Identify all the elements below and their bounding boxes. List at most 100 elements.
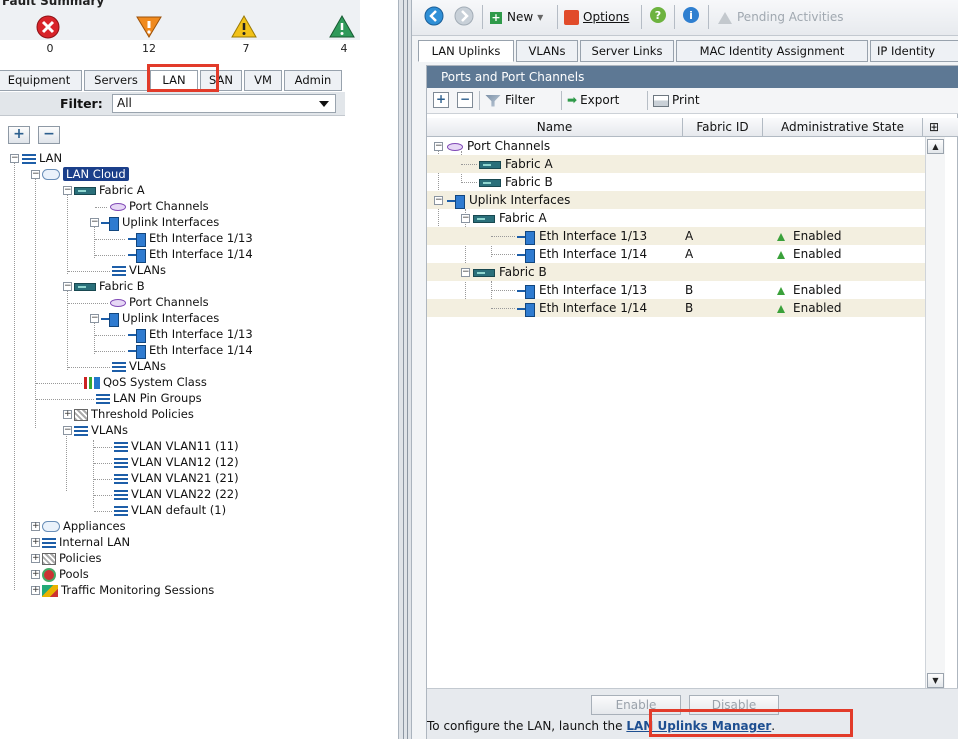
expand-toggle[interactable]: + <box>31 570 40 579</box>
warning-triangle-icon[interactable] <box>328 14 356 40</box>
expand-toggle[interactable]: + <box>31 586 40 595</box>
tree-item-vlan-12[interactable]: VLAN VLAN12 (12) <box>114 455 239 470</box>
tree-item-eth-b-1-14[interactable]: Eth Interface 1/14 <box>128 343 253 359</box>
tab-servers[interactable]: Servers <box>84 70 148 91</box>
collapse-toggle[interactable]: − <box>31 170 40 179</box>
table-row[interactable]: Eth Interface 1/13 A Enabled <box>427 227 925 245</box>
tab-ip-identity[interactable]: IP Identity <box>870 40 958 62</box>
collapse-toggle[interactable]: − <box>461 268 470 277</box>
new-button[interactable]: + New ▾ <box>490 6 543 28</box>
expand-toggle[interactable]: + <box>31 522 40 531</box>
column-name[interactable]: Name <box>427 118 683 137</box>
tree-item-lan-cloud[interactable]: LAN Cloud <box>42 167 129 182</box>
tab-server-links[interactable]: Server Links <box>580 40 674 62</box>
tree-item-eth-b-1-13[interactable]: Eth Interface 1/13 <box>128 327 253 343</box>
expand-toggle[interactable]: + <box>63 410 72 419</box>
uplink-port-icon <box>101 312 119 327</box>
tree-item-qos-system-class[interactable]: QoS System Class <box>84 375 207 390</box>
tree-item-vlan-21[interactable]: VLAN VLAN21 (21) <box>114 471 239 486</box>
expand-toggle[interactable]: + <box>31 554 40 563</box>
minor-warning-triangle-icon[interactable] <box>230 14 258 40</box>
tab-vm[interactable]: VM <box>244 70 282 91</box>
expand-all-button[interactable]: + <box>8 126 30 144</box>
pane-splitter[interactable] <box>398 0 412 739</box>
table-row[interactable]: Eth Interface 1/14 B Enabled <box>427 299 925 317</box>
critical-x-icon[interactable] <box>34 14 62 40</box>
pending-activities-button[interactable]: Pending Activities <box>718 6 844 28</box>
column-chooser-icon[interactable]: ⊞ <box>923 118 945 137</box>
print-button[interactable]: Print <box>653 92 700 109</box>
collapse-toggle[interactable]: − <box>434 142 443 151</box>
table-row[interactable]: Fabric B <box>427 173 925 191</box>
tree-item-lan-pin-groups[interactable]: LAN Pin Groups <box>96 391 202 406</box>
scroll-down-icon[interactable]: ▼ <box>927 673 944 688</box>
export-button[interactable]: ➡ Export <box>567 92 619 109</box>
tab-san[interactable]: SAN <box>200 70 242 91</box>
tree-item-uplink-interfaces-a[interactable]: Uplink Interfaces <box>101 215 219 231</box>
tab-equipment[interactable]: Equipment <box>0 70 82 91</box>
tree-item-traffic-monitoring[interactable]: Traffic Monitoring Sessions <box>42 583 214 598</box>
tree-item-appliances[interactable]: Appliances <box>42 519 126 534</box>
uplink-port-icon <box>101 216 119 231</box>
tree-item-fabric-b[interactable]: Fabric B <box>74 279 145 294</box>
filter-button[interactable]: Filter <box>485 92 535 109</box>
enable-button[interactable]: Enable <box>591 695 681 715</box>
collapse-toggle[interactable]: − <box>90 314 99 323</box>
options-button[interactable]: Options <box>564 6 629 28</box>
vertical-scrollbar[interactable]: ▲ ▼ <box>925 137 945 692</box>
tab-lan[interactable]: LAN <box>150 70 198 91</box>
tree-item-port-channels-b[interactable]: Port Channels <box>110 295 209 310</box>
column-admin-state[interactable]: Administrative State <box>763 118 923 137</box>
tree-item-vlan-default[interactable]: VLAN default (1) <box>114 503 226 518</box>
table-row[interactable]: − Port Channels <box>427 137 925 155</box>
tree-item-threshold-policies[interactable]: Threshold Policies <box>74 407 194 422</box>
filter-dropdown[interactable]: All <box>112 94 336 113</box>
scroll-up-icon[interactable]: ▲ <box>927 139 944 154</box>
tree-item-fabric-a[interactable]: Fabric A <box>74 183 145 198</box>
tab-vlans[interactable]: VLANs <box>516 40 578 62</box>
tree-item-eth-a-1-14[interactable]: Eth Interface 1/14 <box>128 247 253 263</box>
collapse-toggle[interactable]: − <box>10 154 19 163</box>
tab-mac-identity[interactable]: MAC Identity Assignment <box>676 40 868 62</box>
uplink-port-icon <box>517 284 535 299</box>
tree-item-eth-a-1-13[interactable]: Eth Interface 1/13 <box>128 231 253 247</box>
help-button[interactable]: ? <box>649 6 667 28</box>
collapse-toggle[interactable]: − <box>63 426 72 435</box>
lan-uplinks-manager-link[interactable]: LAN Uplinks Manager <box>626 719 771 733</box>
info-button[interactable]: i <box>682 6 700 28</box>
tab-admin[interactable]: Admin <box>284 70 342 91</box>
tree-item-lan[interactable]: LAN <box>22 151 62 166</box>
collapse-toggle[interactable]: − <box>63 282 72 291</box>
table-row[interactable]: Eth Interface 1/14 A Enabled <box>427 245 925 263</box>
column-fabric-id[interactable]: Fabric ID <box>683 118 763 137</box>
tree-item-vlans[interactable]: VLANs <box>74 423 128 438</box>
uplink-port-icon <box>517 302 535 317</box>
tree-item-pools[interactable]: Pools <box>42 567 89 582</box>
major-down-triangle-icon[interactable] <box>135 14 163 40</box>
expand-toggle[interactable]: + <box>31 538 40 547</box>
tree-item-uplink-interfaces-b[interactable]: Uplink Interfaces <box>101 311 219 327</box>
tree-item-port-channels-a[interactable]: Port Channels <box>110 199 209 214</box>
collapse-all-button[interactable]: − <box>457 92 473 108</box>
expand-all-button[interactable]: + <box>433 92 449 108</box>
tree-item-vlans-a[interactable]: VLANs <box>112 263 166 278</box>
table-row[interactable]: − Fabric A <box>427 209 925 227</box>
tree-item-vlans-b[interactable]: VLANs <box>112 359 166 374</box>
collapse-toggle[interactable]: − <box>63 186 72 195</box>
table-row[interactable]: Eth Interface 1/13 B Enabled <box>427 281 925 299</box>
table-row[interactable]: Fabric A <box>427 155 925 173</box>
tab-lan-uplinks[interactable]: LAN Uplinks <box>418 40 514 62</box>
collapse-toggle[interactable]: − <box>461 214 470 223</box>
tree-item-internal-lan[interactable]: Internal LAN <box>42 535 130 550</box>
collapse-toggle[interactable]: − <box>434 196 443 205</box>
table-row[interactable]: − Fabric B <box>427 263 925 281</box>
table-row[interactable]: − Uplink Interfaces <box>427 191 925 209</box>
tree-item-policies[interactable]: Policies <box>42 551 102 566</box>
tree-item-vlan-11[interactable]: VLAN VLAN11 (11) <box>114 439 239 454</box>
back-button[interactable] <box>424 6 444 28</box>
collapse-toggle[interactable]: − <box>90 218 99 227</box>
forward-button[interactable] <box>454 6 474 28</box>
disable-button[interactable]: Disable <box>689 695 779 715</box>
collapse-all-button[interactable]: − <box>38 126 60 144</box>
tree-item-vlan-22[interactable]: VLAN VLAN22 (22) <box>114 487 239 502</box>
